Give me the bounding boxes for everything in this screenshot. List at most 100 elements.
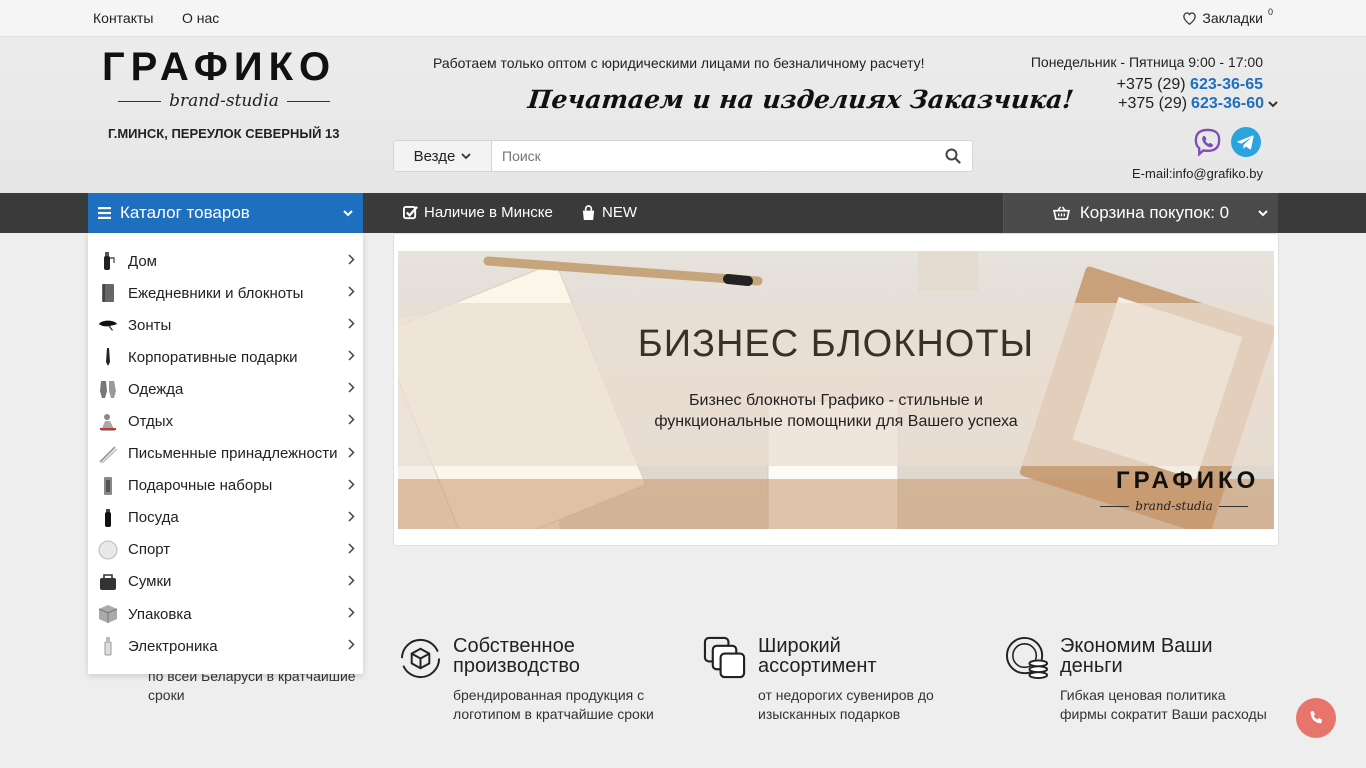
banner-logo-subtitle: brand-studia — [1100, 499, 1249, 513]
chevron-right-icon — [348, 350, 355, 361]
logo[interactable]: ГРАФИКО — [102, 45, 336, 90]
bookmarks-label: Закладки — [1202, 10, 1263, 26]
messenger-links — [1192, 127, 1261, 158]
search-input[interactable] — [492, 141, 934, 171]
telegram-icon[interactable] — [1231, 127, 1261, 157]
cart-button[interactable]: Корзина покупок: 0 — [1003, 193, 1278, 233]
chevron-right-icon — [348, 382, 355, 393]
logo-subtitle-text: brand-studia — [169, 91, 279, 111]
header: ГРАФИКО brand-studia Г.МИНСК, ПЕРЕУЛОК С… — [0, 37, 1366, 193]
menu-item-home[interactable]: Дом — [88, 245, 363, 277]
email-address: info@grafiko.by — [1172, 166, 1263, 181]
menu-item-electronics[interactable]: Электроника — [88, 630, 363, 662]
feature-production: Собственное производство брендированная п… — [398, 636, 654, 724]
feature-title: Собственное производство — [453, 635, 580, 677]
menu-item-corporate-gifts[interactable]: Корпоративные подарки — [88, 341, 363, 373]
chevron-down-icon — [343, 210, 353, 217]
coins-icon — [1005, 636, 1049, 680]
phone-1-prefix: +375 (29) — [1116, 76, 1186, 93]
feature-text: Гибкая ценовая политика фирмы сократит Ва… — [1060, 687, 1267, 722]
chevron-down-icon — [461, 152, 471, 159]
chevron-right-icon — [348, 286, 355, 297]
email[interactable]: E-mail:info@grafiko.by — [1132, 166, 1263, 181]
feature-assortment: Широкий ассортимент от недорогих сувениро… — [703, 636, 934, 724]
feature-savings: Экономим Ваши деньги Гибкая ценовая полит… — [1005, 636, 1267, 724]
catalog-label: Каталог товаров — [120, 203, 250, 222]
banner-logo: ГРАФИКО — [1116, 467, 1260, 494]
search-scope-dropdown[interactable]: Везде — [394, 141, 492, 171]
chevron-right-icon — [348, 254, 355, 265]
in-stock-link[interactable]: Наличие в Минске — [403, 204, 553, 221]
banner-slider: БИЗНЕС БЛОКНОТЫ Бизнес блокноты Графико … — [393, 233, 1279, 546]
phone-2-prefix: +375 (29) — [1118, 95, 1188, 112]
search-scope-label: Везде — [413, 147, 456, 165]
basket-icon — [1052, 206, 1070, 220]
phone-1[interactable]: +375 (29) 623-36-65 — [1117, 76, 1263, 94]
new-link[interactable]: NEW — [581, 204, 637, 221]
box-icon — [98, 604, 118, 624]
usb-drive-icon — [98, 636, 118, 656]
search-bar: Везде — [393, 140, 973, 172]
email-label: E-mail: — [1132, 166, 1173, 181]
search-button[interactable] — [934, 141, 972, 171]
chevron-right-icon — [348, 575, 355, 586]
banner-title: БИЗНЕС БЛОКНОТЫ — [637, 323, 1035, 365]
main-navbar: Каталог товаров Наличие в Минске NEW Кор… — [0, 193, 1366, 240]
top-bar: Контакты О нас Закладки 0 — [0, 0, 1366, 37]
menu-item-clothing[interactable]: Одежда — [88, 373, 363, 405]
in-stock-label: Наличие в Минске — [424, 204, 553, 221]
viber-icon[interactable] — [1192, 127, 1223, 158]
catalog-button[interactable]: Каталог товаров — [88, 193, 363, 240]
bookmarks-count: 0 — [1267, 7, 1273, 17]
phone-2-number: 623-36-60 — [1191, 95, 1264, 112]
menu-item-sport[interactable]: Спорт — [88, 534, 363, 566]
chevron-right-icon — [348, 639, 355, 650]
chevron-right-icon — [348, 479, 355, 490]
menu-item-leisure[interactable]: Отдых — [88, 405, 363, 437]
pen-gift-icon — [98, 347, 118, 367]
phone-icon — [1310, 711, 1323, 724]
chevron-right-icon — [348, 414, 355, 425]
heart-icon — [1183, 12, 1197, 25]
catalog-menu: Дом Ежедневники и блокноты Зонты Корпора… — [88, 233, 363, 674]
banner-description: Бизнес блокноты Графико - стильные и фун… — [398, 390, 1274, 432]
umbrella-icon — [98, 315, 118, 335]
about-link[interactable]: О нас — [182, 10, 219, 26]
menu-item-bags[interactable]: Сумки — [88, 566, 363, 598]
bookmarks-link[interactable]: Закладки 0 — [1182, 7, 1273, 26]
cart-label: Корзина покупок: 0 — [1079, 203, 1230, 222]
chevron-down-icon[interactable] — [1268, 100, 1278, 108]
chevron-right-icon — [348, 543, 355, 554]
chevron-right-icon — [348, 318, 355, 329]
menu-item-packaging[interactable]: Упаковка — [88, 598, 363, 630]
banner-line2: функциональные помощники для Вашего успе… — [654, 413, 1018, 430]
feature-title: Экономим Ваши деньги — [1060, 635, 1213, 677]
menu-icon — [98, 207, 111, 219]
callback-button[interactable] — [1296, 698, 1336, 738]
leisure-icon — [98, 412, 118, 432]
chevron-right-icon — [348, 511, 355, 522]
shopping-bag-icon — [582, 204, 595, 220]
feature-title: Широкий ассортимент — [758, 635, 877, 677]
phone-2[interactable]: +375 (29) 623-36-60 — [1118, 95, 1278, 113]
gift-set-icon — [98, 476, 118, 496]
chevron-down-icon — [1258, 210, 1268, 217]
banner-line1: Бизнес блокноты Графико - стильные и — [689, 392, 983, 409]
logo-subtitle: brand-studia — [118, 91, 330, 111]
menu-item-writing[interactable]: Письменные принадлежности — [88, 438, 363, 470]
menu-item-gift-sets[interactable]: Подарочные наборы — [88, 470, 363, 502]
tagline: Работаем только оптом с юридическими лиц… — [433, 55, 925, 71]
menu-item-umbrellas[interactable]: Зонты — [88, 309, 363, 341]
menu-item-diaries[interactable]: Ежедневники и блокноты — [88, 277, 363, 309]
contacts-link[interactable]: Контакты — [93, 10, 153, 26]
bag-icon — [98, 572, 118, 592]
home-goods-icon — [98, 251, 118, 271]
new-label: NEW — [602, 204, 637, 221]
copy-squares-icon — [703, 636, 746, 679]
banner-image[interactable]: БИЗНЕС БЛОКНОТЫ Бизнес блокноты Графико … — [398, 251, 1274, 529]
ball-icon — [98, 540, 118, 560]
menu-item-tableware[interactable]: Посуда — [88, 502, 363, 534]
thermos-icon — [98, 508, 118, 528]
feature-delivery-line2: сроки — [148, 687, 185, 703]
chevron-right-icon — [348, 607, 355, 618]
